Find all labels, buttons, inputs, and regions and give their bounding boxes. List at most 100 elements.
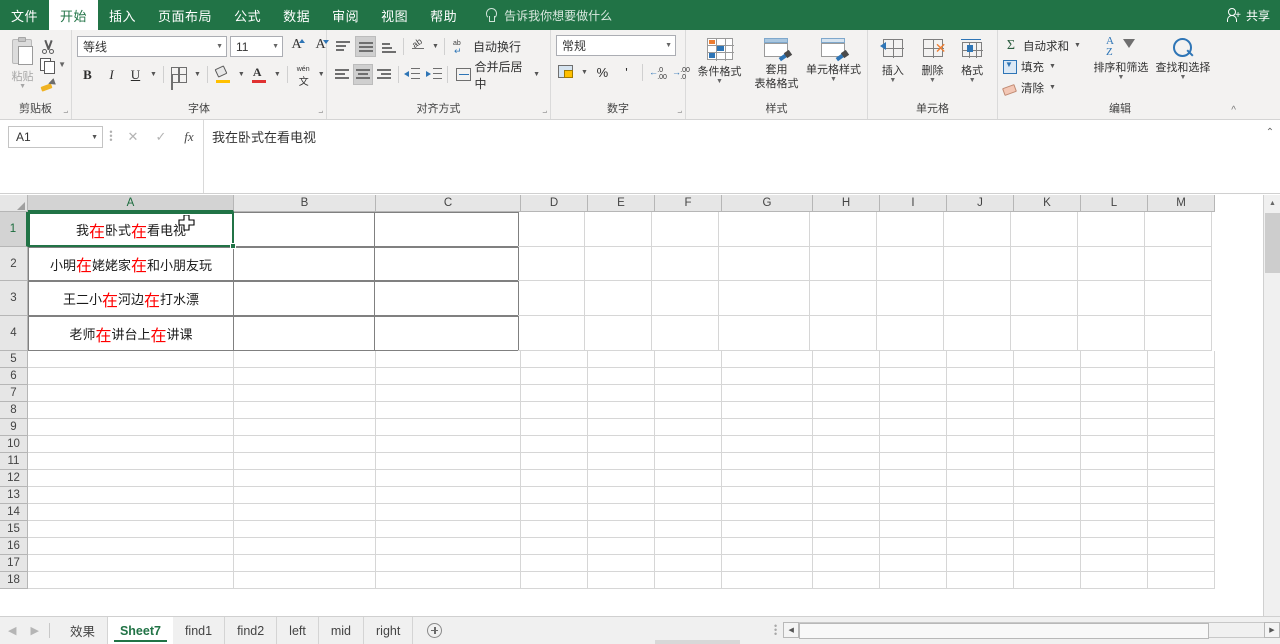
cell-M2[interactable] — [1145, 247, 1212, 281]
cell-J12[interactable] — [947, 470, 1014, 487]
cell-K4[interactable] — [1011, 316, 1078, 351]
sheet-tab-效果[interactable]: 效果 — [58, 617, 108, 644]
cell-I15[interactable] — [880, 521, 947, 538]
cell-D6[interactable] — [521, 368, 588, 385]
cell-A1[interactable]: 我在卧式在看电视 — [28, 212, 234, 247]
cell-G4[interactable] — [719, 316, 810, 351]
cell-J11[interactable] — [947, 453, 1014, 470]
cell-J17[interactable] — [947, 555, 1014, 572]
cell-M11[interactable] — [1148, 453, 1215, 470]
cell-E17[interactable] — [588, 555, 655, 572]
cell-J5[interactable] — [947, 351, 1014, 368]
cell-B18[interactable] — [234, 572, 376, 589]
cell-H10[interactable] — [813, 436, 880, 453]
cell-B9[interactable] — [234, 419, 376, 436]
tab-formulas[interactable]: 公式 — [223, 0, 272, 30]
cell-B16[interactable] — [234, 538, 376, 555]
cell-F2[interactable] — [652, 247, 719, 281]
cell-J15[interactable] — [947, 521, 1014, 538]
tab-view[interactable]: 视图 — [370, 0, 419, 30]
column-header-l[interactable]: L — [1081, 195, 1148, 212]
sheet-tab-sheet7[interactable]: Sheet7 — [107, 617, 173, 644]
cell-F5[interactable] — [655, 351, 722, 368]
cell-M15[interactable] — [1148, 521, 1215, 538]
cell-H4[interactable] — [810, 316, 877, 351]
cell-K10[interactable] — [1014, 436, 1081, 453]
cell-B2[interactable] — [233, 247, 375, 281]
number-format-combo[interactable]: 常规 ▼ — [556, 35, 676, 56]
number-dialog-launcher[interactable] — [673, 108, 682, 117]
cell-area[interactable]: 我在卧式在看电视 小明在姥姥家在和小朋友玩 王二小在河边在打水漂 老师在讲台上在讲课 — [28, 212, 1263, 616]
cell-E15[interactable] — [588, 521, 655, 538]
cell-C18[interactable] — [376, 572, 521, 589]
cell-D2[interactable] — [518, 247, 585, 281]
cell-G12[interactable] — [722, 470, 813, 487]
cell-L2[interactable] — [1078, 247, 1145, 281]
cell-A16[interactable] — [28, 538, 234, 555]
cell-D8[interactable] — [521, 402, 588, 419]
cell-D17[interactable] — [521, 555, 588, 572]
scroll-up-button[interactable]: ▲ — [1264, 195, 1280, 212]
cell-C14[interactable] — [376, 504, 521, 521]
cell-E9[interactable] — [588, 419, 655, 436]
cell-A18[interactable] — [28, 572, 234, 589]
horizontal-scroll-thumb[interactable] — [799, 623, 1210, 639]
cell-L18[interactable] — [1081, 572, 1148, 589]
cell-F8[interactable] — [655, 402, 722, 419]
cell-K15[interactable] — [1014, 521, 1081, 538]
cell-H5[interactable] — [813, 351, 880, 368]
font-color-button[interactable]: A — [249, 64, 270, 85]
row-header-15[interactable]: 15 — [0, 521, 28, 538]
decrease-indent-button[interactable] — [403, 64, 422, 85]
cell-G13[interactable] — [722, 487, 813, 504]
cell-L15[interactable] — [1081, 521, 1148, 538]
cell-H9[interactable] — [813, 419, 880, 436]
cell-H8[interactable] — [813, 402, 880, 419]
borders-dropdown-arrow[interactable]: ▼ — [193, 71, 202, 78]
orientation-dropdown-arrow[interactable]: ▼ — [431, 43, 440, 50]
sheet-tab-find2[interactable]: find2 — [225, 617, 278, 644]
font-size-combo[interactable]: 11 ▼ — [230, 36, 283, 57]
format-as-table-button[interactable]: 套用 表格格式 — [748, 35, 805, 91]
tab-data[interactable]: 数据 — [272, 0, 321, 30]
cell-H18[interactable] — [813, 572, 880, 589]
cell-A2[interactable]: 小明在姥姥家在和小朋友玩 — [28, 247, 234, 281]
cell-I16[interactable] — [880, 538, 947, 555]
name-box[interactable]: A1 ▼ — [8, 126, 103, 148]
cell-G14[interactable] — [722, 504, 813, 521]
clear-dropdown-arrow[interactable]: ▼ — [1048, 84, 1057, 91]
cell-K16[interactable] — [1014, 538, 1081, 555]
column-header-i[interactable]: I — [880, 195, 947, 212]
cell-J16[interactable] — [947, 538, 1014, 555]
delete-cells-button[interactable]: ✕ 删除 ▼ — [913, 35, 953, 84]
cell-M14[interactable] — [1148, 504, 1215, 521]
cell-L11[interactable] — [1081, 453, 1148, 470]
fill-color-dropdown-arrow[interactable]: ▼ — [237, 71, 246, 78]
cell-K12[interactable] — [1014, 470, 1081, 487]
cell-B5[interactable] — [234, 351, 376, 368]
alignment-dialog-launcher[interactable] — [538, 108, 547, 117]
cell-I10[interactable] — [880, 436, 947, 453]
cell-J6[interactable] — [947, 368, 1014, 385]
cell-D10[interactable] — [521, 436, 588, 453]
cell-M7[interactable] — [1148, 385, 1215, 402]
cell-E4[interactable] — [585, 316, 652, 351]
insert-dropdown-arrow[interactable]: ▼ — [889, 77, 896, 84]
cell-D4[interactable] — [518, 316, 585, 351]
align-right-button[interactable] — [375, 64, 394, 85]
phonetic-dropdown-arrow[interactable]: ▼ — [317, 71, 326, 78]
autosum-button[interactable]: Σ 自动求和 ▼ — [1003, 36, 1082, 55]
increase-indent-button[interactable] — [424, 64, 443, 85]
cell-K18[interactable] — [1014, 572, 1081, 589]
cell-M12[interactable] — [1148, 470, 1215, 487]
accounting-format-button[interactable] — [556, 62, 577, 83]
cell-F10[interactable] — [655, 436, 722, 453]
column-header-a[interactable]: A — [28, 195, 234, 212]
cell-B17[interactable] — [234, 555, 376, 572]
cell-L10[interactable] — [1081, 436, 1148, 453]
column-header-k[interactable]: K — [1014, 195, 1081, 212]
cell-K5[interactable] — [1014, 351, 1081, 368]
cell-K14[interactable] — [1014, 504, 1081, 521]
cell-C2[interactable] — [374, 247, 519, 281]
align-left-button[interactable] — [332, 64, 351, 85]
